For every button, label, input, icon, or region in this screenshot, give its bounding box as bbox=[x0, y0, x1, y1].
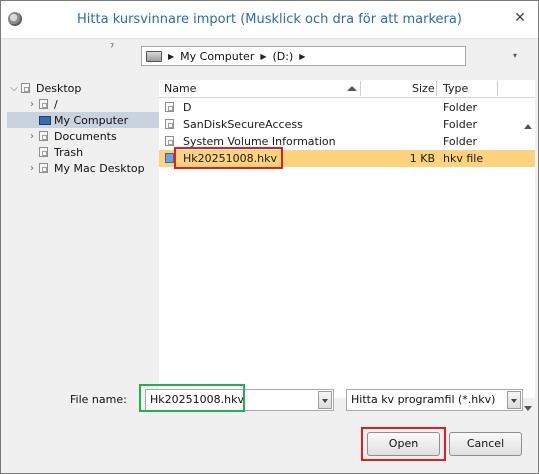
list-item-d[interactable]: D Folder bbox=[159, 99, 535, 116]
crumb-my-computer[interactable]: My Computer bbox=[180, 50, 254, 63]
folder-icon bbox=[39, 163, 48, 173]
sidebar-item-label: My Computer bbox=[54, 113, 129, 127]
folder-icon bbox=[21, 83, 30, 93]
sort-ascending-icon bbox=[347, 86, 357, 91]
sidebar-item-my-computer[interactable]: My Computer bbox=[7, 112, 159, 128]
file-name: D bbox=[183, 101, 192, 114]
hkv-file-icon bbox=[165, 153, 174, 163]
chevron-down-icon[interactable] bbox=[507, 391, 521, 409]
sidebar-item-label: Trash bbox=[54, 145, 84, 159]
file-type: Folder bbox=[443, 101, 477, 114]
close-icon[interactable]: ✕ bbox=[512, 10, 528, 26]
expand-icon[interactable]: ⌵ bbox=[7, 83, 21, 94]
column-divider[interactable] bbox=[360, 81, 361, 96]
folder-icon bbox=[39, 99, 48, 109]
folder-icon bbox=[39, 131, 48, 141]
sidebar-item-label: My Mac Desktop bbox=[54, 161, 145, 175]
sidebar-item-label: Desktop bbox=[36, 81, 82, 95]
title-bar[interactable]: Hitta kursvinnare import (Musklick och d… bbox=[1, 1, 538, 39]
file-type: Folder bbox=[443, 135, 477, 148]
sidebar-item-desktop[interactable]: ⌵ Desktop bbox=[7, 80, 159, 96]
crumb-separator-icon: ▶ bbox=[168, 51, 175, 61]
scroll-up-icon[interactable] bbox=[524, 124, 532, 129]
sidebar-item-label: / bbox=[54, 97, 58, 111]
sidebar-item-mac-desktop[interactable]: › My Mac Desktop bbox=[7, 160, 159, 176]
filter-value: Hitta kv programfil (*.hkv) bbox=[351, 393, 496, 406]
column-divider[interactable] bbox=[497, 81, 498, 96]
column-divider[interactable] bbox=[436, 81, 437, 96]
sidebar-item-label: Documents bbox=[54, 129, 117, 143]
scroll-down-icon[interactable] bbox=[524, 406, 532, 411]
expand-icon[interactable]: › bbox=[25, 99, 39, 110]
drive-icon bbox=[146, 50, 162, 62]
path-glyph: ⁷ bbox=[110, 43, 115, 54]
column-type-header[interactable]: Type bbox=[443, 82, 468, 95]
highlight-open-button bbox=[361, 427, 446, 461]
filename-label: File name: bbox=[70, 393, 127, 406]
chevron-down-icon[interactable]: ▾ bbox=[513, 51, 517, 60]
highlight-selected-file bbox=[174, 147, 283, 169]
computer-icon bbox=[39, 115, 51, 125]
file-dialog-window: Hitta kursvinnare import (Musklick och d… bbox=[0, 0, 539, 474]
sidebar-item-documents[interactable]: › Documents bbox=[7, 128, 159, 144]
crumb-drive-d[interactable]: (D:) bbox=[273, 50, 294, 63]
window-title: Hitta kursvinnare import (Musklick och d… bbox=[77, 12, 462, 27]
dialog-body: ⁷ ▶ My Computer ▶ (D:) ▶ ▾ ⌵ Desktop › / bbox=[4, 39, 535, 470]
expand-icon[interactable]: › bbox=[25, 163, 39, 174]
file-type: Folder bbox=[443, 118, 477, 131]
chevron-down-icon[interactable] bbox=[318, 391, 332, 409]
file-list[interactable]: Name Size Type D Folder SanDiskSecureAcc… bbox=[159, 80, 535, 411]
path-breadcrumb[interactable]: ▶ My Computer ▶ (D:) ▶ bbox=[141, 46, 466, 66]
file-size: 1 KB bbox=[409, 152, 435, 165]
file-type: hkv file bbox=[443, 152, 484, 165]
crumb-separator-icon: ▶ bbox=[299, 51, 306, 61]
cancel-button[interactable]: Cancel bbox=[449, 432, 522, 456]
crumb-separator-icon: ▶ bbox=[260, 51, 267, 61]
file-type-filter[interactable]: Hitta kv programfil (*.hkv) bbox=[346, 389, 523, 411]
folder-icon bbox=[165, 119, 174, 129]
sidebar-item-trash[interactable]: Trash bbox=[7, 144, 159, 160]
file-name: SanDiskSecureAccess bbox=[183, 118, 303, 131]
list-item-sandisk[interactable]: SanDiskSecureAccess Folder bbox=[159, 116, 535, 133]
expand-icon[interactable]: › bbox=[25, 131, 39, 142]
list-header: Name Size Type bbox=[159, 80, 535, 98]
trash-icon bbox=[39, 147, 48, 157]
sidebar-tree: ⌵ Desktop › / My Computer › Documents Tr… bbox=[7, 79, 159, 379]
folder-icon bbox=[165, 102, 174, 112]
column-name-header[interactable]: Name bbox=[164, 82, 196, 95]
column-size-header[interactable]: Size bbox=[412, 82, 435, 95]
sidebar-item-root[interactable]: › / bbox=[7, 96, 159, 112]
folder-icon bbox=[165, 136, 174, 146]
highlight-filename bbox=[139, 384, 245, 412]
